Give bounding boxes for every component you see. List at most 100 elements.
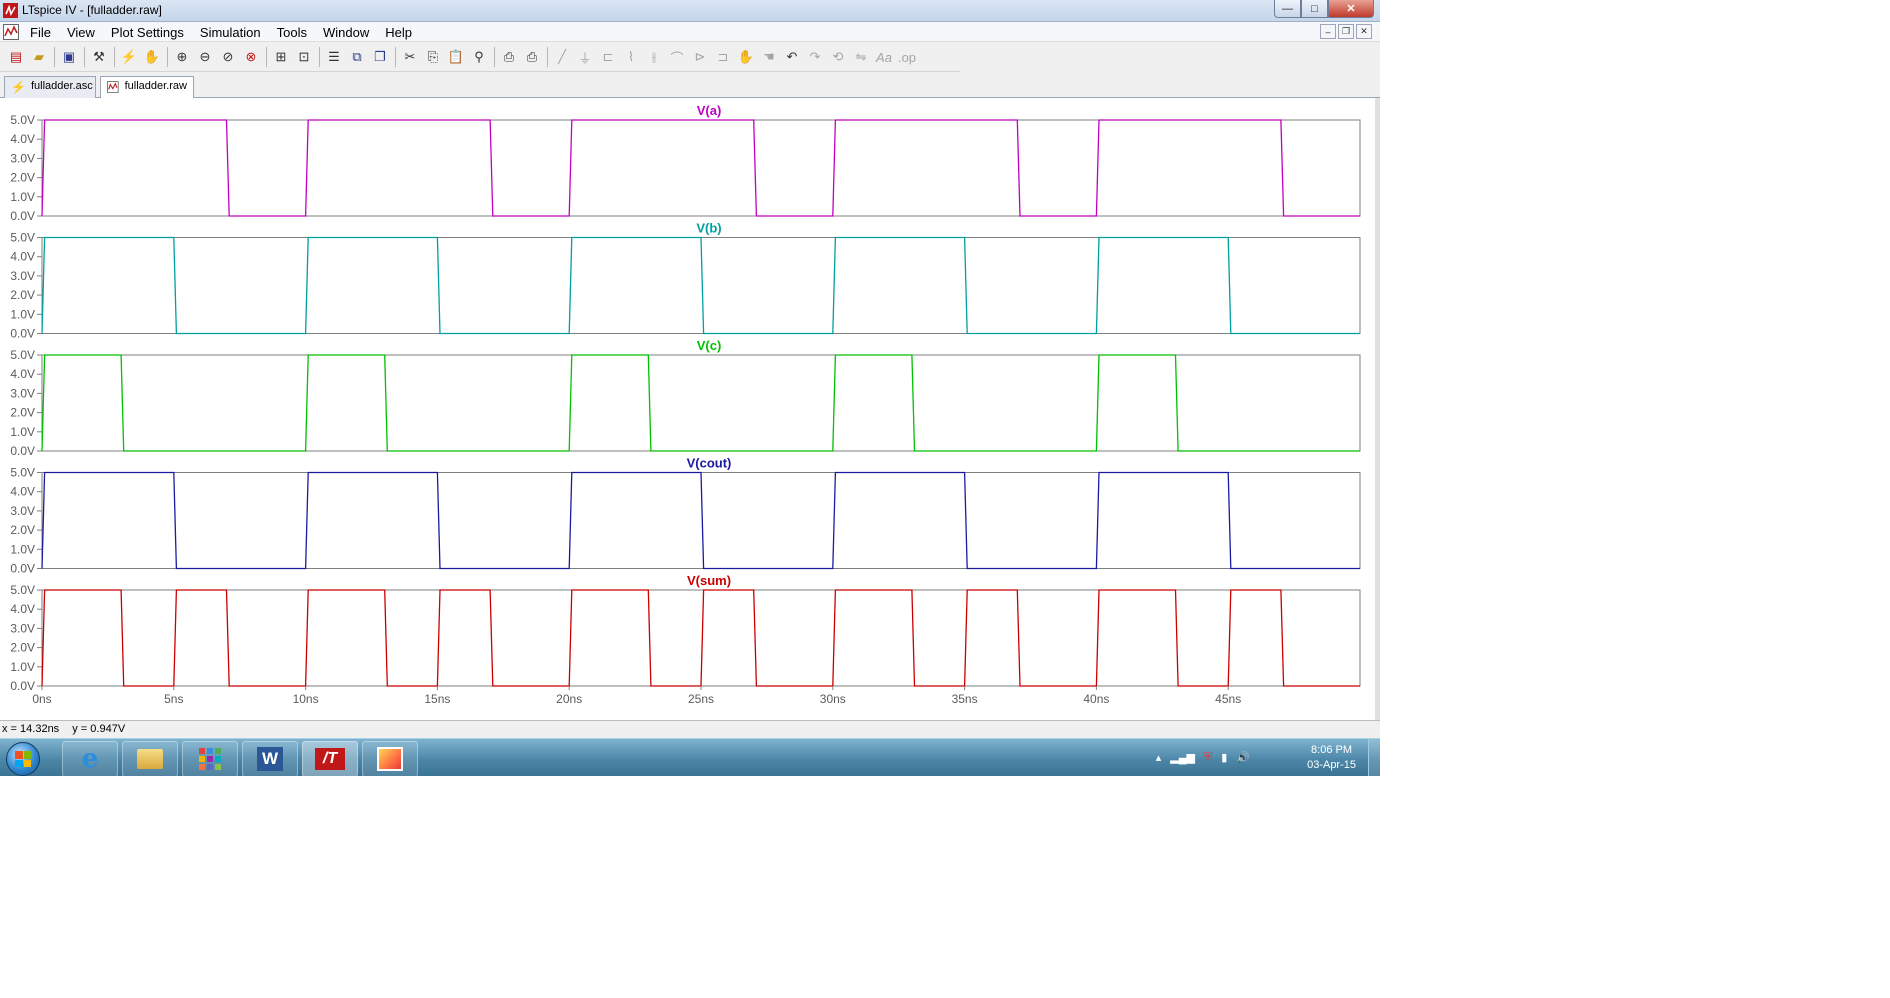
window-controls: — □ ✕ <box>1274 0 1374 18</box>
mirror-icon[interactable]: ⇋ <box>851 47 871 67</box>
ltspice-icon[interactable]: /T <box>302 741 358 776</box>
y-tick-label: 3.0V <box>10 386 35 400</box>
battery-icon[interactable]: ▮ <box>1221 751 1227 764</box>
waveform-plots[interactable]: V(a) 0.0V 1.0V 2.0V 3.0V 4.0V 5.0V V(b) 0.0V 1.0V… <box>0 98 1372 720</box>
menu-simulation[interactable]: Simulation <box>192 25 269 40</box>
halt-icon[interactable]: ✋ <box>142 47 162 67</box>
word-icon[interactable]: W <box>242 741 298 776</box>
copy-icon[interactable]: ⎘ <box>423 47 443 67</box>
autorange-icon[interactable]: ⊞ <box>271 47 291 67</box>
capacitor-icon[interactable]: ⫲ <box>644 47 664 67</box>
volume-icon[interactable]: 🔊 <box>1236 751 1250 764</box>
tab-fulladder-asc[interactable]: ⚡ fulladder.asc <box>4 76 96 98</box>
y-tick-label: 3.0V <box>10 621 35 635</box>
security-icon[interactable]: ⛨ <box>1204 751 1212 764</box>
maximize-button[interactable]: □ <box>1301 0 1328 18</box>
menu-plot-settings[interactable]: Plot Settings <box>103 25 192 40</box>
undo-icon[interactable]: ↶ <box>782 47 802 67</box>
x-tick-label: 10ns <box>293 692 319 706</box>
x-tick-label: 35ns <box>952 692 978 706</box>
new-schematic-icon[interactable]: ▤ <box>6 47 26 67</box>
trace-label: V(a) <box>697 103 722 118</box>
x-tick-label: 30ns <box>820 692 846 706</box>
y-tick-label: 0.0V <box>10 209 35 223</box>
x-tick-label: 25ns <box>688 692 714 706</box>
start-screen-icon[interactable] <box>182 741 238 776</box>
y-tick-label: 4.0V <box>10 132 35 146</box>
y-tick-label: 0.0V <box>10 444 35 458</box>
zoom-fit-icon[interactable]: ⊗ <box>241 47 261 67</box>
move-icon[interactable]: ✋ <box>736 47 756 67</box>
toolbar-separator <box>547 47 548 67</box>
ltspice-window: LTspice IV - [fulladder.raw] — □ ✕ File … <box>0 0 1380 776</box>
resistor-icon[interactable]: ⌇ <box>621 47 641 67</box>
folder-icon[interactable] <box>122 741 178 776</box>
mark-icon[interactable]: ⊡ <box>294 47 314 67</box>
menu-tools[interactable]: Tools <box>269 25 315 40</box>
component-icon[interactable]: ⊐ <box>713 47 733 67</box>
y-tick-label: 1.0V <box>10 542 35 556</box>
up-arrow-icon[interactable]: ▴ <box>1156 751 1162 764</box>
cursor-y-readout: y = 0.947V <box>72 723 126 735</box>
cascade-icon[interactable]: ❐ <box>370 47 390 67</box>
close-button[interactable]: ✕ <box>1328 0 1374 18</box>
y-tick-label: 5.0V <box>10 113 35 127</box>
toolbar-separator <box>84 47 85 67</box>
menu-file[interactable]: File <box>22 25 59 40</box>
toolbar-separator <box>54 47 55 67</box>
doc-close-button[interactable]: ✕ <box>1356 24 1372 39</box>
paste-icon[interactable]: 📋 <box>446 47 466 67</box>
vertical-scrollbar[interactable] <box>1375 98 1380 720</box>
internet-explorer-icon[interactable]: e <box>62 741 118 776</box>
doc-minimize-button[interactable]: – <box>1320 24 1336 39</box>
zoom-back-icon[interactable]: ⊘ <box>218 47 238 67</box>
show-desktop-button[interactable] <box>1368 739 1380 776</box>
windows-logo-icon <box>15 751 31 767</box>
clock-time: 8:06 PM <box>1311 744 1353 756</box>
zoom-in-icon[interactable]: ⊕ <box>172 47 192 67</box>
menu-help[interactable]: Help <box>377 25 420 40</box>
minimize-button[interactable]: — <box>1274 0 1301 18</box>
x-tick-label: 40ns <box>1083 692 1109 706</box>
waveform-doc-icon[interactable] <box>3 24 19 40</box>
text-icon[interactable]: Aa <box>874 47 894 67</box>
drag-icon[interactable]: ☚ <box>759 47 779 67</box>
menu-view[interactable]: View <box>59 25 103 40</box>
cut-icon[interactable]: ✂ <box>400 47 420 67</box>
print-icon[interactable]: ⎙ <box>522 47 542 67</box>
label-icon[interactable]: ⊏ <box>598 47 618 67</box>
tab-label: fulladder.raw <box>124 80 187 92</box>
tab-fulladder-raw[interactable]: fulladder.raw <box>100 76 194 99</box>
zoom-out-icon[interactable]: ⊖ <box>195 47 215 67</box>
diode-icon[interactable]: ⊳ <box>690 47 710 67</box>
rotate-icon[interactable]: ⟲ <box>828 47 848 67</box>
run-icon[interactable]: ⚡ <box>119 47 139 67</box>
y-tick-label: 4.0V <box>10 367 35 381</box>
y-tick-label: 3.0V <box>10 269 35 283</box>
y-tick-label: 5.0V <box>10 231 35 245</box>
open-icon[interactable]: ▰ <box>29 47 49 67</box>
print-setup-icon[interactable]: ⎙ <box>499 47 519 67</box>
ground-icon[interactable]: ⏚ <box>575 47 595 67</box>
paint-icon[interactable] <box>362 741 418 776</box>
find-icon[interactable]: ⚲ <box>469 47 489 67</box>
y-tick-label: 1.0V <box>10 190 35 204</box>
tile-vertical-icon[interactable]: ⧉ <box>347 47 367 67</box>
spice-directive-icon[interactable]: .op <box>897 47 917 67</box>
wire-icon[interactable]: ╱ <box>552 47 572 67</box>
tile-horizontal-icon[interactable]: ☰ <box>324 47 344 67</box>
inductor-icon[interactable]: ⌒ <box>667 47 687 67</box>
start-button[interactable] <box>6 742 40 776</box>
clock[interactable]: 8:06 PM 03-Apr-15 <box>1307 743 1356 773</box>
doc-restore-button[interactable]: ❐ <box>1338 24 1354 39</box>
redo-icon[interactable]: ↷ <box>805 47 825 67</box>
y-tick-label: 0.0V <box>10 679 35 693</box>
waveform-viewer[interactable]: V(a) 0.0V 1.0V 2.0V 3.0V 4.0V 5.0V V(b) 0.0V 1.0V… <box>0 98 1380 720</box>
save-icon[interactable]: ▣ <box>59 47 79 67</box>
network-icon[interactable]: ▂▄▆ <box>1170 751 1195 764</box>
control-panel-icon[interactable]: ⚒ <box>89 47 109 67</box>
menu-bar: File View Plot Settings Simulation Tools… <box>0 22 1380 42</box>
x-tick-label: 20ns <box>556 692 582 706</box>
plot-pane-frame <box>41 354 1361 452</box>
menu-window[interactable]: Window <box>315 25 377 40</box>
